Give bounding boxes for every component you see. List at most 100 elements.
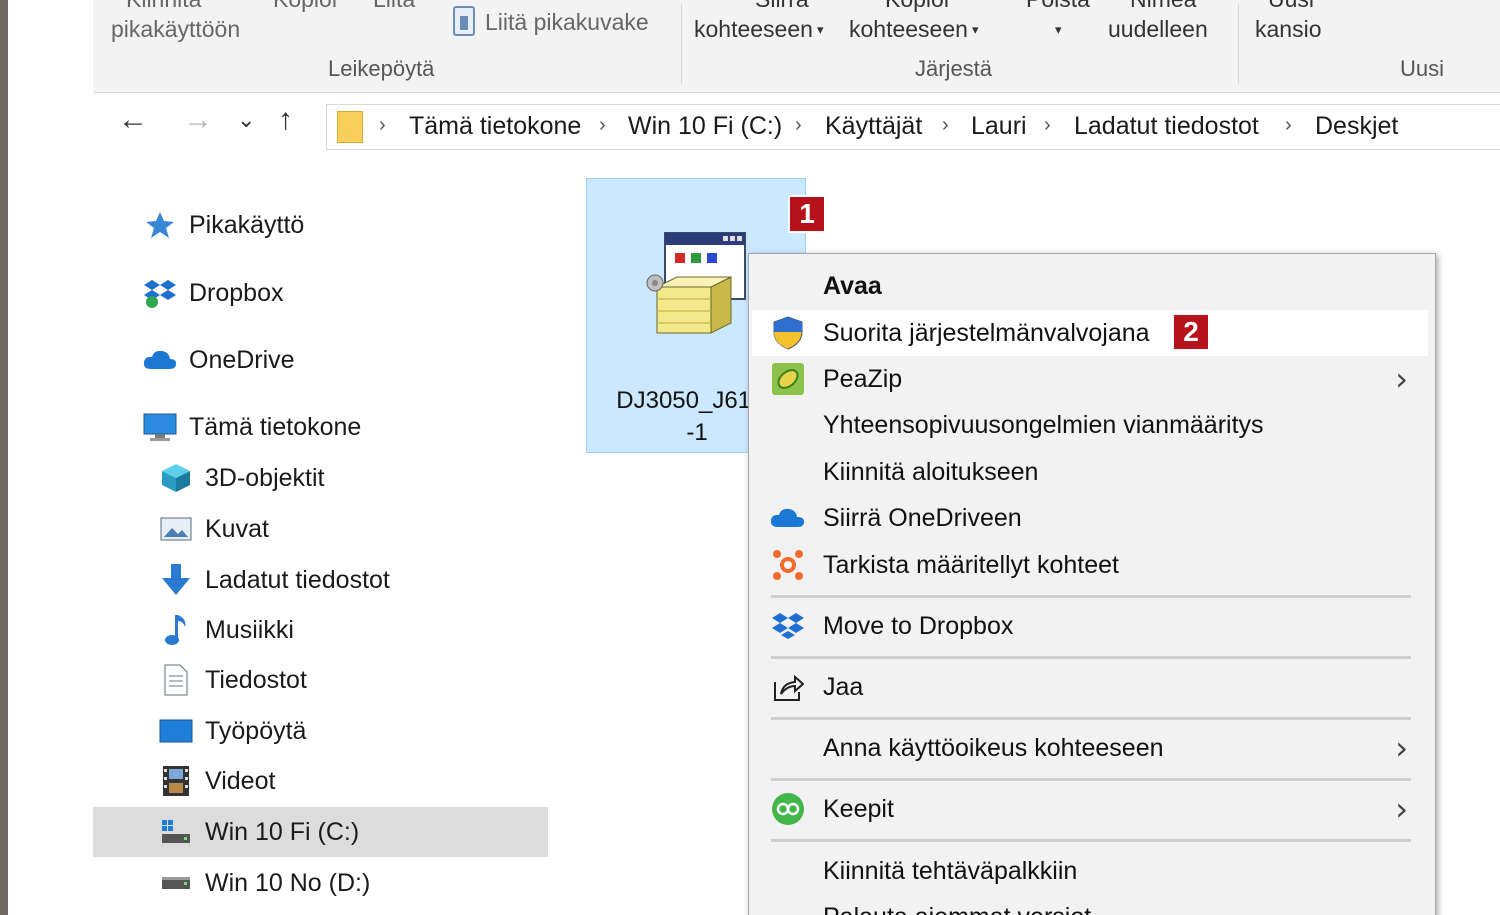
- breadcrumb-separator[interactable]: ›: [599, 114, 606, 137]
- file-explorer-window: Kiinnitä Kopioi Liitä pikakäyttöön Liitä…: [8, 0, 1500, 915]
- menu-item-label: Yhteensopivuusongelmien vianmääritys: [823, 410, 1264, 439]
- breadcrumb-downloads[interactable]: Ladatut tiedostot: [1074, 112, 1259, 141]
- sidebar-item-videos[interactable]: Videot: [159, 758, 275, 804]
- breadcrumb-lauri[interactable]: Lauri: [971, 112, 1027, 141]
- breadcrumb-this-pc[interactable]: Tämä tietokone: [409, 112, 581, 141]
- sidebar-item-3d-objects[interactable]: 3D-objektit: [159, 455, 325, 501]
- move-top-label: Siirrä: [755, 0, 809, 13]
- installer-icon: [639, 229, 749, 339]
- menu-separator: [771, 839, 1411, 842]
- dropbox-icon: [143, 276, 177, 310]
- navigation-pane: Pikakäyttö Dropbox OneDrive Tämä tietoko…: [93, 170, 553, 915]
- menu-item-label: Jaa: [823, 672, 864, 701]
- delete-top-label: Poista: [1026, 0, 1090, 13]
- menu-item-label: Palauta aiemmat versiot: [823, 903, 1091, 915]
- dropbox-icon: [770, 609, 806, 643]
- sidebar-item-dropbox[interactable]: Dropbox: [143, 270, 284, 316]
- sidebar-item-this-pc[interactable]: Tämä tietokone: [143, 404, 361, 450]
- forward-button[interactable]: →: [183, 103, 213, 137]
- sidebar-item-drive-c[interactable]: Win 10 Fi (C:): [93, 807, 548, 857]
- menu-item-label: Tarkista määritellyt kohteet: [823, 550, 1119, 579]
- breadcrumb-separator[interactable]: ›: [379, 114, 386, 137]
- menu-item-keepit[interactable]: Keepit ›: [752, 786, 1428, 832]
- desktop-icon: [159, 714, 193, 748]
- pin-quick-access-button[interactable]: Kiinnitä: [126, 0, 201, 13]
- copy-button[interactable]: Kopioi: [273, 0, 337, 13]
- copy-to-button[interactable]: kohteeseen ▾: [849, 16, 978, 43]
- submenu-arrow-icon: ›: [1395, 360, 1408, 398]
- keepit-icon: [770, 792, 806, 826]
- rename-button[interactable]: uudelleen: [1108, 16, 1208, 43]
- paste-button[interactable]: Liitä: [373, 0, 415, 13]
- step-badge-1: 1: [788, 195, 826, 233]
- sidebar-item-drive-d[interactable]: Win 10 No (D:): [159, 860, 370, 906]
- pin-top-label: Kiinnitä: [126, 0, 201, 12]
- menu-item-move-to-dropbox[interactable]: Move to Dropbox: [752, 603, 1428, 649]
- cube-icon: [159, 461, 193, 495]
- context-menu: Avaa Suorita järjestelmänvalvojana 2 Pea…: [748, 253, 1436, 915]
- menu-item-label: Kiinnitä aloitukseen: [823, 457, 1039, 486]
- document-icon: [159, 663, 193, 697]
- sidebar-item-quick-access[interactable]: Pikakäyttö: [143, 202, 304, 248]
- menu-item-move-to-onedrive[interactable]: Siirrä OneDriveen: [752, 495, 1428, 541]
- ribbon: Kiinnitä Kopioi Liitä pikakäyttöön Liitä…: [93, 0, 1500, 93]
- menu-item-label: Keepit: [823, 794, 894, 823]
- chevron-down-icon: ▾: [816, 22, 824, 37]
- up-button[interactable]: ↑: [278, 103, 293, 137]
- breadcrumb-users[interactable]: Käyttäjät: [825, 112, 922, 141]
- film-icon: [159, 764, 193, 798]
- breadcrumb-deskjet[interactable]: Deskjet: [1315, 112, 1398, 141]
- cloud-icon: [143, 343, 177, 377]
- navigation-bar: ← → ⌄ ↑ › Tämä tietokone › Win 10 Fi (C:…: [93, 93, 1500, 163]
- menu-item-share[interactable]: Jaa: [752, 664, 1428, 710]
- sidebar-item-documents[interactable]: Tiedostot: [159, 657, 307, 703]
- sidebar-item-label: Ladatut tiedostot: [205, 565, 390, 594]
- new-folder-button[interactable]: kansio: [1255, 16, 1321, 43]
- menu-separator: [771, 595, 1411, 598]
- breadcrumb-separator[interactable]: ›: [1044, 114, 1051, 137]
- paste-shortcut-button[interactable]: Liitä pikakuvake: [485, 9, 649, 36]
- menu-item-give-access[interactable]: Anna käyttöoikeus kohteeseen ›: [752, 725, 1428, 771]
- menu-item-troubleshoot-compatibility[interactable]: Yhteensopivuusongelmien vianmääritys: [752, 402, 1428, 448]
- menu-item-open[interactable]: Avaa: [752, 263, 1428, 309]
- drive-icon: [159, 866, 193, 900]
- back-button[interactable]: ←: [118, 103, 148, 137]
- sidebar-item-label: Tiedostot: [205, 665, 307, 694]
- menu-item-pin-to-taskbar[interactable]: Kiinnitä tehtäväpalkkiin: [752, 848, 1428, 894]
- ribbon-divider: [1238, 4, 1239, 84]
- sidebar-item-downloads[interactable]: Ladatut tiedostot: [159, 557, 390, 603]
- address-bar[interactable]: › Tämä tietokone › Win 10 Fi (C:) › Käyt…: [326, 104, 1500, 150]
- computer-icon: [143, 410, 177, 444]
- breadcrumb-separator[interactable]: ›: [942, 114, 949, 137]
- breadcrumb-separator[interactable]: ›: [1285, 114, 1292, 137]
- paste-shortcut-icon: [453, 6, 475, 36]
- sidebar-item-onedrive[interactable]: OneDrive: [143, 337, 295, 383]
- sidebar-item-label: Videot: [205, 766, 276, 795]
- recent-locations-button[interactable]: ⌄: [237, 107, 255, 133]
- sidebar-item-label: Pikakäyttö: [189, 210, 305, 239]
- menu-item-run-as-admin[interactable]: Suorita järjestelmänvalvojana 2: [752, 310, 1428, 356]
- sidebar-item-pictures[interactable]: Kuvat: [159, 506, 269, 552]
- move-to-button[interactable]: kohteeseen ▾: [694, 16, 823, 43]
- sidebar-item-desktop[interactable]: Työpöytä: [159, 708, 306, 754]
- menu-item-scan-selected[interactable]: Tarkista määritellyt kohteet: [752, 542, 1428, 588]
- peazip-icon: [770, 362, 806, 396]
- menu-separator: [771, 656, 1411, 659]
- menu-item-pin-to-start[interactable]: Kiinnitä aloitukseen: [752, 449, 1428, 495]
- star-icon: [143, 208, 177, 242]
- menu-item-restore-previous-versions[interactable]: Palauta aiemmat versiot: [752, 894, 1428, 915]
- step-badge-2: 2: [1172, 313, 1210, 351]
- onedrive-cloud-icon: [770, 501, 806, 535]
- sidebar-item-label: Musiikki: [205, 615, 294, 644]
- sidebar-item-music[interactable]: Musiikki: [159, 607, 294, 653]
- ribbon-divider: [681, 4, 682, 84]
- delete-dropdown[interactable]: ▾: [1051, 16, 1062, 43]
- submenu-arrow-icon: ›: [1395, 790, 1408, 828]
- sidebar-item-label: Tämä tietokone: [189, 412, 362, 441]
- menu-item-peazip[interactable]: PeaZip ›: [752, 356, 1428, 402]
- download-icon: [159, 563, 193, 597]
- sidebar-item-label: OneDrive: [189, 345, 295, 374]
- pin-quick-access-label[interactable]: pikakäyttöön: [111, 16, 240, 43]
- breadcrumb-separator[interactable]: ›: [795, 114, 802, 137]
- breadcrumb-drive-c[interactable]: Win 10 Fi (C:): [628, 112, 782, 141]
